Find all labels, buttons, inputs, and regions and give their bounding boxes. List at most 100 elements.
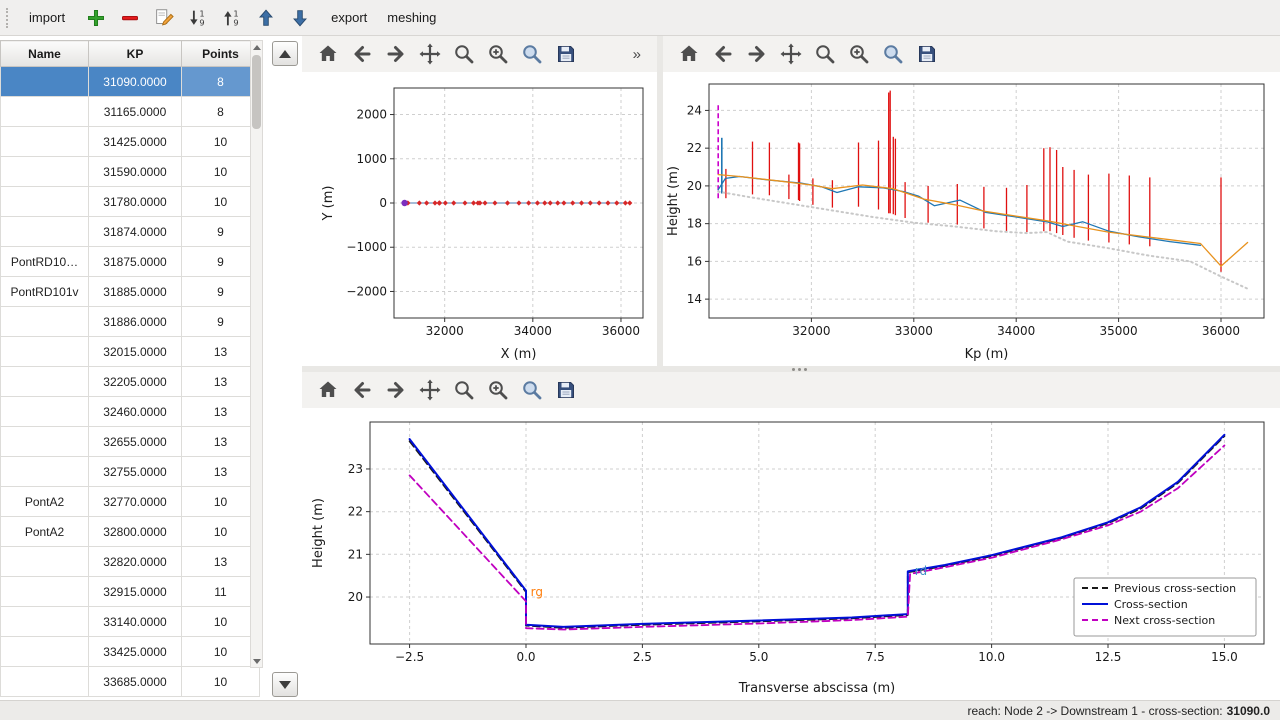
remove-button[interactable] — [117, 5, 143, 31]
forward-icon — [384, 42, 408, 66]
subplots-button[interactable] — [484, 41, 511, 68]
forward-button[interactable] — [382, 41, 409, 68]
table-row[interactable]: 31425.000010 — [1, 127, 260, 157]
pan-button[interactable] — [777, 41, 804, 68]
table-row[interactable]: 33140.000010 — [1, 607, 260, 637]
save-button[interactable] — [913, 41, 940, 68]
table-row[interactable]: 32015.000013 — [1, 337, 260, 367]
sort-ascending-button[interactable]: 19 — [219, 5, 245, 31]
forward-icon — [384, 378, 408, 402]
back-button[interactable] — [709, 41, 736, 68]
status-text: reach: Node 2 -> Downstream 1 - cross-se… — [968, 704, 1223, 718]
svg-text:24: 24 — [687, 103, 702, 117]
menu-import[interactable]: import — [21, 6, 73, 29]
cell-name — [1, 667, 89, 697]
move-up-button[interactable] — [253, 5, 279, 31]
table-row[interactable]: PontA232770.000010 — [1, 487, 260, 517]
x-axis: −2.50.02.55.07.510.012.515.0 — [395, 644, 1238, 664]
table-row[interactable]: 32915.000011 — [1, 577, 260, 607]
svg-text:33000: 33000 — [895, 324, 933, 338]
cell-points: 10 — [182, 487, 260, 517]
table-row[interactable]: 32820.000013 — [1, 547, 260, 577]
sort-descending-button[interactable]: 19 — [185, 5, 211, 31]
table-row[interactable]: 31874.00009 — [1, 217, 260, 247]
back-button[interactable] — [348, 41, 375, 68]
customize-button[interactable] — [518, 377, 545, 404]
pan-button[interactable] — [416, 377, 443, 404]
svg-text:2000: 2000 — [356, 108, 387, 122]
x-axis: 320003400036000 — [426, 318, 640, 338]
cell-kp: 32770.0000 — [89, 487, 182, 517]
scroll-up-button[interactable] — [272, 41, 298, 66]
scrollbar-down-arrow-icon[interactable] — [251, 655, 262, 667]
table-row[interactable]: 32205.000013 — [1, 367, 260, 397]
table-row[interactable]: 31886.00009 — [1, 307, 260, 337]
legend: Previous cross-sectionCross-sectionNext … — [1074, 578, 1256, 636]
zoom-button[interactable] — [450, 377, 477, 404]
forward-button[interactable] — [382, 377, 409, 404]
cell-points: 11 — [182, 577, 260, 607]
svg-text:32000: 32000 — [792, 324, 830, 338]
profile-toolbar — [663, 36, 1280, 72]
save-button[interactable] — [552, 41, 579, 68]
cell-kp: 33685.0000 — [89, 667, 182, 697]
home-button[interactable] — [314, 41, 341, 68]
svg-text:2.5: 2.5 — [633, 650, 652, 664]
scroll-down-button[interactable] — [272, 672, 298, 697]
table-row[interactable]: PontA232800.000010 — [1, 517, 260, 547]
menu-export[interactable]: export — [323, 6, 375, 29]
home-button[interactable] — [314, 377, 341, 404]
svg-text:32000: 32000 — [426, 324, 464, 338]
table-row[interactable]: 31165.00008 — [1, 97, 260, 127]
svg-text:Cross-section: Cross-section — [1114, 598, 1188, 611]
table-row[interactable]: 33425.000010 — [1, 637, 260, 667]
save-button[interactable] — [552, 377, 579, 404]
menubar: import 19 19 export meshing — [0, 0, 1280, 36]
cell-name — [1, 457, 89, 487]
scrollbar-thumb[interactable] — [252, 55, 261, 129]
forward-button[interactable] — [743, 41, 770, 68]
pan-button[interactable] — [416, 41, 443, 68]
back-button[interactable] — [348, 377, 375, 404]
toolbar-overflow[interactable]: » — [629, 46, 645, 63]
pan-icon — [418, 378, 442, 402]
home-icon — [316, 378, 340, 402]
table-row[interactable]: 32655.000013 — [1, 427, 260, 457]
customize-button[interactable] — [518, 41, 545, 68]
edit-button[interactable] — [151, 5, 177, 31]
table-row[interactable]: 32755.000013 — [1, 457, 260, 487]
subplots-button[interactable] — [845, 41, 872, 68]
scrollbar-up-arrow-icon[interactable] — [251, 41, 262, 53]
menu-meshing[interactable]: meshing — [379, 6, 444, 29]
column-header-name[interactable]: Name — [1, 41, 89, 67]
table-row[interactable]: PontRD101v31885.00009 — [1, 277, 260, 307]
zoom-button[interactable] — [450, 41, 477, 68]
subplots-button[interactable] — [484, 377, 511, 404]
forward-icon — [745, 42, 769, 66]
table-row[interactable]: PontRD10…31875.00009 — [1, 247, 260, 277]
table-scrollbar[interactable] — [250, 40, 263, 668]
column-header-points[interactable]: Points — [182, 41, 260, 67]
move-down-button[interactable] — [287, 5, 313, 31]
table-row[interactable]: 32460.000013 — [1, 397, 260, 427]
cell-points: 8 — [182, 97, 260, 127]
table-row[interactable]: 33685.000010 — [1, 667, 260, 697]
zoom-button[interactable] — [811, 41, 838, 68]
cell-name — [1, 397, 89, 427]
cross-section-canvas[interactable]: −2.50.02.55.07.510.012.515.020212223Tran… — [302, 408, 1280, 700]
svg-text:22: 22 — [687, 141, 702, 155]
table-row[interactable]: 31780.000010 — [1, 187, 260, 217]
customize-button[interactable] — [879, 41, 906, 68]
cell-kp: 31874.0000 — [89, 217, 182, 247]
column-header-kp[interactable]: KP — [89, 41, 182, 67]
table-row[interactable]: 31090.00008 — [1, 67, 260, 97]
table-row[interactable]: 31590.000010 — [1, 157, 260, 187]
profile-panel: 3200033000340003500036000141618202224Kp … — [663, 36, 1280, 366]
cell-name — [1, 157, 89, 187]
profile-canvas[interactable]: 3200033000340003500036000141618202224Kp … — [663, 72, 1280, 366]
toolbar-grip[interactable] — [6, 8, 13, 28]
profile-figure: 3200033000340003500036000141618202224Kp … — [663, 72, 1280, 366]
add-button[interactable] — [83, 5, 109, 31]
plan-canvas[interactable]: 320003400036000−2000−1000010002000X (m)Y… — [302, 72, 657, 366]
home-button[interactable] — [675, 41, 702, 68]
